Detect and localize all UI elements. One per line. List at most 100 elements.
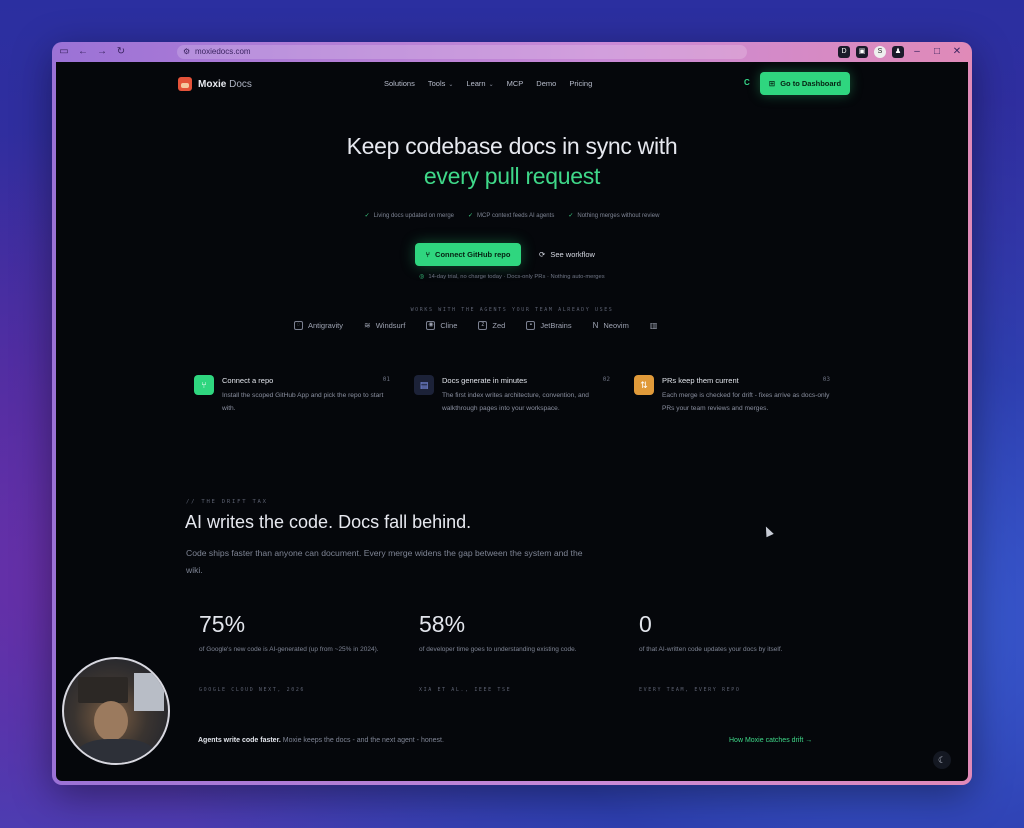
drift-title: AI writes the code. Docs fall behind. bbox=[185, 512, 472, 532]
sidebar-icon[interactable]: ▭ bbox=[57, 45, 71, 59]
agent-jetbrains: ▪ JetBrains bbox=[526, 321, 572, 330]
stat-value: 75% bbox=[199, 611, 246, 637]
stat-ai-generated: 75% of Google's new code is AI-generated… bbox=[199, 611, 399, 693]
merge-icon: ⇅ bbox=[634, 375, 654, 395]
agent-antigravity: ◌ Antigravity bbox=[294, 321, 343, 330]
minimize-icon[interactable]: – bbox=[910, 45, 924, 59]
theme-toggle-moon-icon[interactable]: ☾ bbox=[933, 751, 951, 769]
brand-sub: Docs bbox=[229, 78, 252, 90]
book-icon: ▥ bbox=[649, 321, 658, 330]
nav-menu: Solutions Tools ⌄ Learn ⌄ MCP Demo Pricing bbox=[384, 79, 592, 88]
address-bar[interactable]: ⚙ moxiedocs.com bbox=[177, 45, 747, 59]
browser-window: ▭ ← → ↻ ⚙ moxiedocs.com D ▣ S ♟ – □ ✕ Mo… bbox=[52, 42, 972, 785]
browser-toolbar: ▭ ← → ↻ ⚙ moxiedocs.com D ▣ S ♟ – □ ✕ bbox=[52, 42, 972, 62]
forward-icon[interactable]: → bbox=[95, 45, 109, 59]
stat-description: of developer time goes to understanding … bbox=[419, 646, 577, 653]
windsurf-icon: ≋ bbox=[364, 321, 371, 330]
stat-developer-time: 58% of developer time goes to understand… bbox=[419, 611, 619, 693]
check-icon: ✓ bbox=[568, 213, 574, 219]
webcam-person-body bbox=[76, 739, 156, 763]
nav-item-demo[interactable]: Demo bbox=[536, 79, 556, 88]
nav-item-mcp[interactable]: MCP bbox=[507, 79, 524, 88]
neovim-icon: N bbox=[592, 321, 599, 330]
cline-icon: ◉ bbox=[426, 321, 436, 330]
step-connect-repo: ⑂ Connect a repo 01 Install the scoped G… bbox=[194, 375, 390, 415]
step-number: 03 bbox=[822, 376, 830, 383]
step-title: PRs keep them current bbox=[662, 376, 739, 385]
site-nav: Moxie Docs Solutions Tools ⌄ Learn ⌄ MCP D… bbox=[56, 62, 968, 106]
go-to-dashboard-button[interactable]: ⊞ Go to Dashboard bbox=[760, 72, 850, 95]
hero-check-text: Nothing merges without review bbox=[577, 213, 660, 219]
site-logo[interactable]: Moxie Docs bbox=[178, 77, 252, 91]
footer-bold: Agents write code faster. bbox=[198, 737, 281, 744]
extension-d-icon[interactable]: D bbox=[838, 46, 850, 58]
grid-icon: ⊞ bbox=[768, 79, 776, 88]
back-icon[interactable]: ← bbox=[76, 45, 90, 59]
web-page: Moxie Docs Solutions Tools ⌄ Learn ⌄ MCP D… bbox=[56, 62, 968, 781]
agent-label: Cline bbox=[440, 321, 458, 330]
extension-s-icon[interactable]: S bbox=[874, 46, 886, 58]
nav-item-learn[interactable]: Learn ⌄ bbox=[466, 79, 493, 88]
git-branch-icon: ⑂ bbox=[425, 250, 431, 259]
step-description: The first index writes architecture, con… bbox=[442, 392, 589, 412]
nav-item-pricing[interactable]: Pricing bbox=[569, 79, 592, 88]
nav-item-solutions[interactable]: Solutions bbox=[384, 79, 415, 88]
agents-label: WORKS WITH THE AGENTS YOUR TEAM ALREADY … bbox=[410, 307, 614, 313]
nav-item-tools[interactable]: Tools ⌄ bbox=[428, 79, 454, 88]
fox-logo-icon bbox=[178, 77, 192, 91]
check-icon: ✓ bbox=[364, 213, 370, 219]
agent-cline: ◉ Cline bbox=[426, 321, 457, 330]
footer-rest: Moxie keeps the docs - and the next agen… bbox=[280, 737, 444, 744]
agent-more: ▥ bbox=[650, 321, 658, 330]
step-number: 02 bbox=[602, 376, 610, 383]
hero-checks: ✓ Living docs updated on merge ✓ MCP conte… bbox=[56, 212, 968, 219]
connect-github-button[interactable]: ⑂ Connect GitHub repo bbox=[415, 243, 521, 266]
agent-label: Neovim bbox=[603, 321, 629, 330]
chevron-down-icon: ⌄ bbox=[488, 82, 494, 88]
see-workflow-label: See workflow bbox=[550, 250, 595, 259]
c-icon-button[interactable]: C bbox=[744, 78, 750, 87]
maximize-icon[interactable]: □ bbox=[930, 45, 944, 59]
how-moxie-catches-drift-link[interactable]: How Moxie catches drift → bbox=[729, 737, 812, 744]
agent-label: JetBrains bbox=[540, 321, 572, 330]
toolbar-right: D ▣ S ♟ – □ ✕ bbox=[838, 45, 964, 59]
stat-value: 0 bbox=[639, 611, 652, 637]
step-number: 01 bbox=[382, 376, 390, 383]
step-description: Each merge is checked for drift - fixes … bbox=[662, 392, 830, 412]
agents-list: ◌ Antigravity ≋ Windsurf ◉ Cline z Zed ▪ JetB… bbox=[294, 321, 657, 330]
agent-label: Antigravity bbox=[308, 321, 344, 330]
drift-description: Code ships faster than anyone can docume… bbox=[186, 548, 583, 575]
antigravity-icon: ◌ bbox=[294, 321, 303, 330]
brand-main: Moxie bbox=[198, 78, 227, 90]
extension-monitor-icon[interactable]: ▣ bbox=[856, 46, 868, 58]
webcam-person-head bbox=[94, 701, 128, 741]
reload-icon[interactable]: ↻ bbox=[114, 45, 128, 59]
stat-value: 58% bbox=[419, 611, 466, 637]
connect-github-label: Connect GitHub repo bbox=[435, 250, 511, 259]
see-workflow-button[interactable]: ⟳ See workflow bbox=[528, 243, 606, 266]
hero-check-text: Living docs updated on merge bbox=[373, 213, 455, 219]
agent-label: Zed bbox=[492, 321, 506, 330]
step-description: Install the scoped GitHub App and pick t… bbox=[222, 392, 384, 412]
webcam-window bbox=[134, 673, 164, 711]
stat-docs-updates: 0 of that AI-written code updates your d… bbox=[639, 611, 839, 693]
url-text: moxiedocs.com bbox=[195, 47, 251, 56]
hero-check-item: ✓ Nothing merges without review bbox=[568, 212, 659, 219]
agent-zed: z Zed bbox=[478, 321, 505, 330]
step-title: Docs generate in minutes bbox=[442, 376, 528, 385]
hero-title: Keep codebase docs in sync with bbox=[346, 133, 678, 159]
shield-check-icon: ◎ bbox=[419, 274, 425, 280]
document-icon: ▤ bbox=[414, 375, 434, 395]
refresh-icon: ⟳ bbox=[539, 250, 546, 259]
trial-note: ◎ 14-day trial, no charge today · Docs-on… bbox=[56, 274, 968, 280]
stat-description: of Google's new code is AI-generated (up… bbox=[199, 646, 379, 653]
nav-item-learn-label: Learn bbox=[466, 79, 486, 88]
hero-check-item: ✓ MCP context feeds AI agents bbox=[468, 212, 554, 219]
webcam-shelf bbox=[78, 677, 128, 703]
stat-source: GOOGLE CLOUD NEXT, 2026 bbox=[199, 687, 306, 693]
zed-icon: z bbox=[478, 321, 488, 330]
site-info-icon[interactable]: ⚙ bbox=[183, 45, 190, 59]
extension-person-icon[interactable]: ♟ bbox=[892, 46, 904, 58]
hero-accent: every pull request bbox=[423, 163, 601, 189]
close-icon[interactable]: ✕ bbox=[950, 45, 964, 59]
